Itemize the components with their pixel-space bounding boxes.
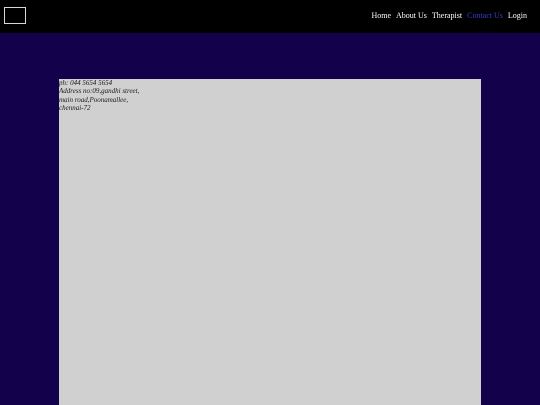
main-nav: Home About Us Therapist Contact Us Login [371, 11, 527, 21]
logo-image-placeholder[interactable] [4, 7, 26, 24]
contact-address-line-2: main road,Poonamallee, [59, 95, 129, 104]
nav-login-link[interactable]: Login [508, 11, 527, 21]
nav-therapist-link[interactable]: Therapist [432, 11, 462, 21]
nav-home-link[interactable]: Home [371, 11, 391, 21]
nav-contact-us-link[interactable]: Contact Us [467, 11, 503, 21]
contact-info: ph: 044 5654 5654 Address no:09,gandhi s… [59, 79, 139, 113]
nav-about-us-link[interactable]: About Us [396, 11, 427, 21]
contact-address-line-1: Address no:09,gandhi street, [59, 87, 140, 96]
contact-phone: ph: 044 5654 5654 [59, 79, 113, 87]
contact-address-line-3: chennai-72 [59, 104, 91, 113]
content-panel: ph: 044 5654 5654 Address no:09,gandhi s… [59, 79, 481, 405]
top-navigation-bar: Home About Us Therapist Contact Us Login [0, 0, 540, 33]
